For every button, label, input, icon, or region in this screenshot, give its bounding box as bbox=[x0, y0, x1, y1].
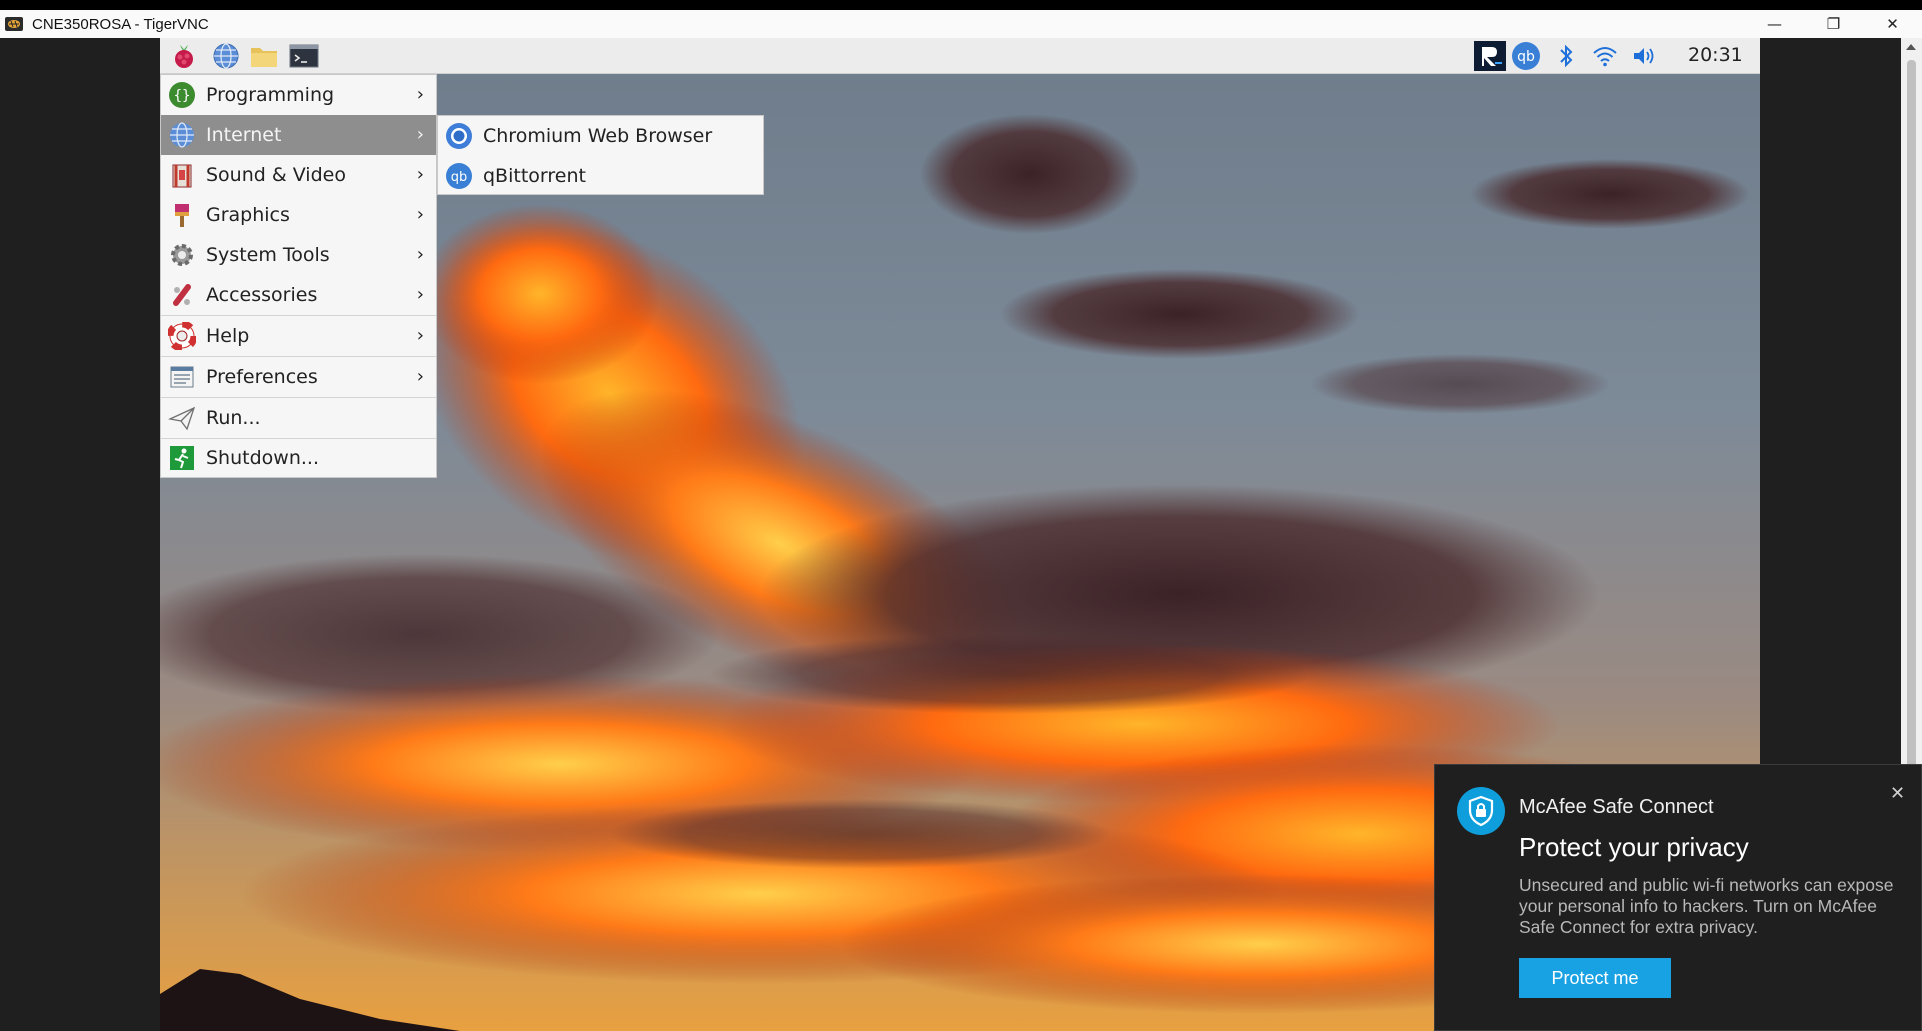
gear-icon bbox=[167, 240, 197, 270]
chevron-right-icon: › bbox=[416, 366, 424, 387]
menu-item-label: System Tools bbox=[206, 244, 330, 266]
svg-text:{}: {} bbox=[174, 88, 191, 104]
menu-item-system-tools[interactable]: System Tools › bbox=[161, 235, 436, 275]
file-manager-launcher[interactable] bbox=[248, 41, 280, 71]
chevron-right-icon: › bbox=[416, 284, 424, 305]
chevron-right-icon: › bbox=[416, 84, 424, 105]
qbittorrent-icon: qb bbox=[444, 161, 474, 191]
menu-item-qbittorrent[interactable]: qb qBittorrent bbox=[438, 156, 763, 196]
vnc-title-bar: CNE350ROSA - TigerVNC — ❐ ✕ bbox=[0, 0, 1922, 38]
chevron-right-icon: › bbox=[416, 164, 424, 185]
window-controls: — ❐ ✕ bbox=[1745, 10, 1922, 38]
svg-text:qb: qb bbox=[451, 170, 468, 185]
menu-item-label: Chromium Web Browser bbox=[483, 125, 713, 147]
window-title: CNE350ROSA - TigerVNC bbox=[32, 15, 209, 33]
terminal-icon bbox=[289, 44, 319, 68]
menu-item-label: Internet bbox=[206, 124, 282, 146]
toast-app-name: McAfee Safe Connect bbox=[1519, 796, 1714, 818]
graphics-icon bbox=[167, 200, 197, 230]
svg-text:qb: qb bbox=[1517, 49, 1535, 65]
speaker-icon bbox=[1634, 48, 1654, 64]
menu-item-accessories[interactable]: Accessories › bbox=[161, 275, 436, 315]
lifebuoy-icon bbox=[167, 321, 197, 351]
menu-item-label: Accessories bbox=[206, 284, 318, 306]
programming-icon: {} bbox=[167, 80, 197, 110]
mcafee-toast-notification: McAfee Safe Connect ✕ Protect your priva… bbox=[1434, 764, 1922, 1031]
realvnc-tray-icon[interactable] bbox=[1474, 41, 1506, 71]
menu-item-preferences[interactable]: Preferences › bbox=[161, 357, 436, 397]
chevron-right-icon: › bbox=[416, 325, 424, 346]
chromium-icon bbox=[444, 121, 474, 151]
raspberry-icon bbox=[175, 45, 193, 68]
menu-item-sound-video[interactable]: Sound & Video › bbox=[161, 155, 436, 195]
restore-button[interactable]: ❐ bbox=[1804, 10, 1863, 38]
scroll-up-icon[interactable] bbox=[1906, 44, 1916, 50]
menu-item-graphics[interactable]: Graphics › bbox=[161, 195, 436, 235]
wifi-icon bbox=[1593, 47, 1617, 67]
qbittorrent-icon: qb bbox=[1512, 42, 1540, 70]
menu-item-label: Shutdown... bbox=[206, 447, 319, 469]
menu-item-shutdown[interactable]: Shutdown... bbox=[161, 438, 436, 478]
menu-item-programming[interactable]: {} Programming › bbox=[161, 75, 436, 115]
shield-lock-icon bbox=[1457, 787, 1505, 835]
browser-launcher[interactable] bbox=[210, 41, 242, 71]
accessories-icon bbox=[167, 280, 197, 310]
tigervnc-app-icon bbox=[5, 17, 23, 31]
chevron-right-icon: › bbox=[416, 124, 424, 145]
taskbar: qb 20:31 bbox=[160, 38, 1760, 74]
globe-icon bbox=[213, 43, 239, 69]
close-button[interactable]: ✕ bbox=[1863, 10, 1922, 38]
chevron-right-icon: › bbox=[416, 204, 424, 225]
bluetooth-tray-icon[interactable] bbox=[1550, 41, 1582, 71]
menu-item-label: Sound & Video bbox=[206, 164, 346, 186]
globe-icon bbox=[167, 120, 197, 150]
menu-item-label: Run... bbox=[206, 407, 261, 429]
menu-item-internet[interactable]: Internet › bbox=[161, 115, 436, 155]
preferences-icon bbox=[167, 362, 197, 392]
menu-item-run[interactable]: Run... bbox=[161, 398, 436, 438]
raspberry-menu-button[interactable] bbox=[168, 41, 200, 71]
chevron-right-icon: › bbox=[416, 244, 424, 265]
toast-close-button[interactable]: ✕ bbox=[1890, 783, 1905, 804]
wifi-tray-icon[interactable] bbox=[1589, 41, 1621, 71]
bluetooth-icon bbox=[1560, 44, 1573, 68]
clock[interactable]: 20:31 bbox=[1688, 44, 1743, 66]
toast-title: Protect your privacy bbox=[1519, 832, 1749, 862]
minimize-button[interactable]: — bbox=[1745, 10, 1804, 38]
menu-item-label: Programming bbox=[206, 84, 335, 106]
menu-item-label: Preferences bbox=[206, 366, 318, 388]
menu-item-chromium[interactable]: Chromium Web Browser bbox=[438, 116, 763, 156]
menu-item-label: Graphics bbox=[206, 204, 290, 226]
internet-submenu: Chromium Web Browser qb qBittorrent bbox=[437, 115, 764, 195]
protect-me-button[interactable]: Protect me bbox=[1519, 958, 1671, 998]
menu-item-label: qBittorrent bbox=[483, 165, 586, 187]
vnc-server-icon bbox=[1475, 41, 1505, 71]
menu-item-label: Help bbox=[206, 325, 250, 347]
sound-video-icon bbox=[167, 160, 197, 190]
volume-tray-icon[interactable] bbox=[1628, 41, 1660, 71]
toast-body: Unsecured and public wi-fi networks can … bbox=[1519, 875, 1894, 937]
terminal-launcher[interactable] bbox=[288, 41, 320, 71]
paper-plane-icon bbox=[167, 403, 197, 433]
exit-icon bbox=[167, 443, 197, 473]
application-menu: {} Programming › Internet › Sound & Vide… bbox=[160, 74, 437, 478]
qbittorrent-tray-icon[interactable]: qb bbox=[1510, 41, 1542, 71]
folder-icon bbox=[251, 48, 277, 67]
menu-item-help[interactable]: Help › bbox=[161, 316, 436, 356]
